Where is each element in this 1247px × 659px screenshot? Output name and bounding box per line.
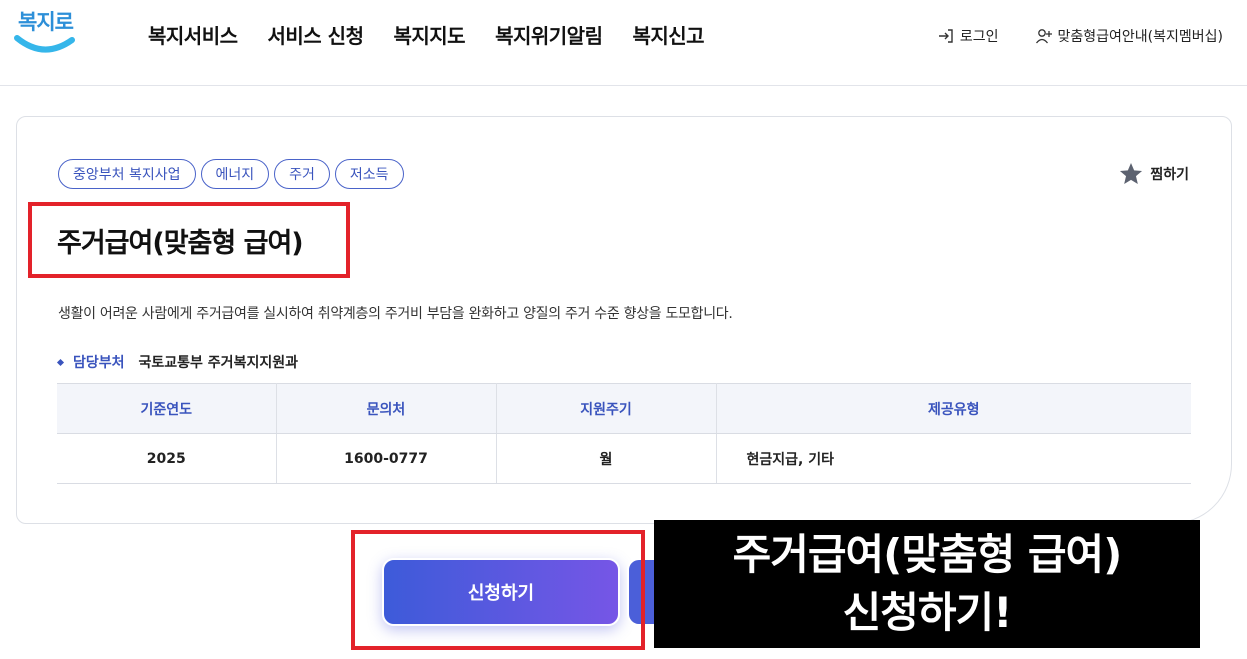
membership-link[interactable]: 맞춤형급여안내(복지멤버십) [1035,26,1223,46]
site-header: 복지로 복지서비스 서비스 신청 복지지도 복지위기알림 복지신고 로그인 맞춤… [0,0,1247,86]
tag-central-ministry[interactable]: 중앙부처 복지사업 [58,159,196,189]
header-contact: 문의처 [276,383,497,434]
service-info-table: 기준연도 문의처 지원주기 제공유형 2025 1600-0777 월 현금지급… [57,383,1191,484]
cell-contact: 1600-0777 [276,433,497,484]
cell-support-cycle: 월 [496,433,717,484]
department-label: 담당부처 [73,355,125,371]
nav-welfare-report[interactable]: 복지신고 [632,20,704,49]
star-icon [1120,162,1143,184]
department-value: 국토교통부 주거복지지원과 [138,355,298,371]
service-description: 생활이 어려운 사람에게 주거급여를 실시하여 취약계층의 주거비 부담을 완화… [58,306,733,322]
tag-low-income[interactable]: 저소득 [334,159,404,189]
logo[interactable]: 복지로 [14,6,76,58]
title-highlight-box [28,202,350,278]
user-add-icon [1035,29,1052,44]
table-row: 2025 1600-0777 월 현금지급, 기타 [57,433,1191,484]
login-icon [938,29,953,43]
header-support-cycle: 지원주기 [496,383,717,434]
nav-welfare-crisis-alert[interactable]: 복지위기알림 [495,20,603,49]
logo-text: 복지로 [18,10,74,34]
cell-base-year: 2025 [57,433,277,484]
apply-highlight-box [351,530,645,650]
login-link[interactable]: 로그인 [937,26,999,46]
caption-line-1: 주거급여(맞춤형 급여) [732,530,1123,579]
nav-welfare-map[interactable]: 복지지도 [393,20,465,49]
login-label: 로그인 [959,29,999,45]
header-provision-type: 제공유형 [716,383,1191,434]
cell-provision-type: 현금지급, 기타 [716,433,1191,484]
utility-menu: 로그인 맞춤형급여안내(복지멤버십) [937,26,1223,46]
favorite-label: 찜하기 [1150,167,1189,183]
table-header-row: 기준연도 문의처 지원주기 제공유형 [57,383,1191,434]
favorite-button[interactable]: 찜하기 [1118,161,1189,187]
logo-smile-icon [14,35,75,53]
bullet-icon [56,358,65,366]
main-nav: 복지서비스 서비스 신청 복지지도 복지위기알림 복지신고 [148,20,705,49]
department-info: 담당부처 국토교통부 주거복지지원과 [56,352,298,372]
header-base-year: 기준연도 [57,383,277,434]
service-tags: 중앙부처 복지사업 에너지 주거 저소득 [58,159,404,189]
nav-welfare-service[interactable]: 복지서비스 [148,20,238,49]
membership-label: 맞춤형급여안내(복지멤버십) [1057,29,1223,45]
nav-service-apply[interactable]: 서비스 신청 [268,20,364,49]
service-detail-card: 중앙부처 복지사업 에너지 주거 저소득 찜하기 주거급여(맞춤형 급여) 생활… [16,116,1232,524]
caption-line-2: 신청하기! [842,588,1013,637]
overlay-caption: 주거급여(맞춤형 급여) 신청하기! [654,520,1200,648]
tag-housing[interactable]: 주거 [274,159,330,189]
tag-energy[interactable]: 에너지 [200,159,270,189]
